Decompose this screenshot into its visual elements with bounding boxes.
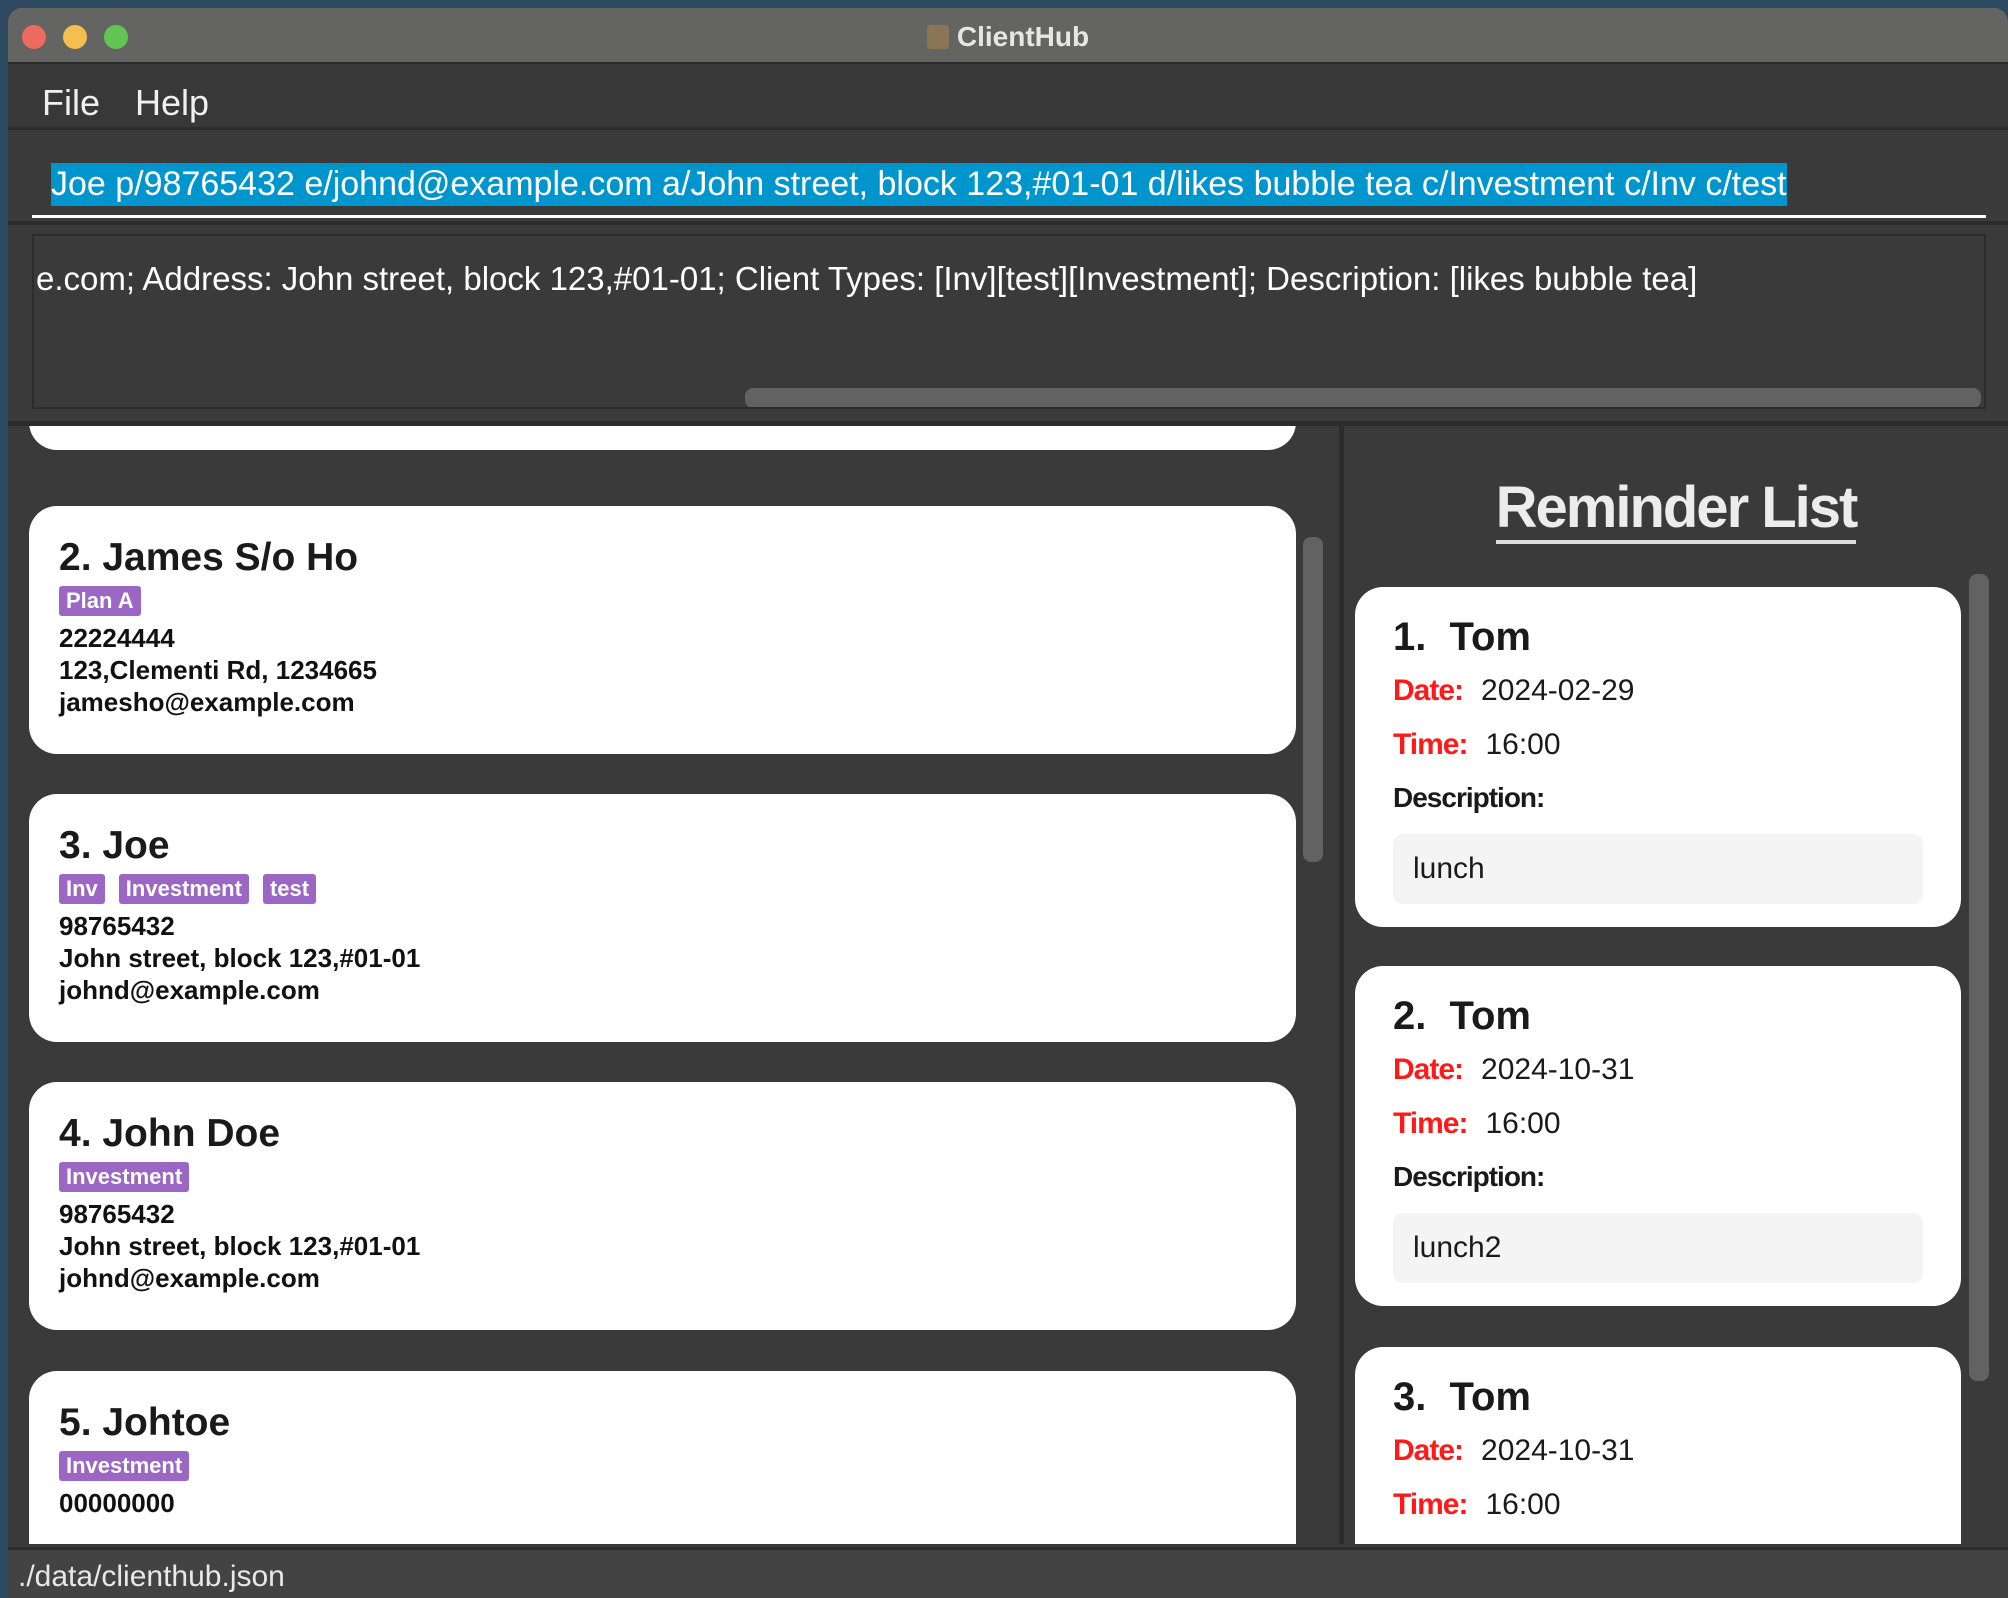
reminder-description: lunch2 [1393,1213,1923,1283]
status-bar: ./data/clienthub.json [8,1547,2008,1598]
reminder-time-row: Time: 16:00 [1393,1107,1923,1141]
reminder-time: 16:00 [1485,1107,1561,1140]
time-label: Time: [1393,1488,1468,1521]
reminder-name: 2. Tom [1393,994,1531,1038]
date-label: Date: [1393,674,1464,707]
title-bar: ClientHub [8,8,2008,64]
client-type-tag: Investment [118,874,249,904]
reminder-card[interactable]: 2. Tom Date: 2024-10-31 Time: 16:00 Descripti… [1355,966,1961,1306]
command-underline [32,215,1986,218]
reminder-list-title-text: Reminder List [1495,475,1858,544]
app-window: ClientHub File Help Joe p/98765432 e/joh… [8,8,2008,1598]
client-name: 3. Joe [59,824,170,867]
reminder-card[interactable]: 3. Tom Date: 2024-10-31 Time: 16:00 [1355,1347,1961,1544]
window-title-text: ClientHub [956,21,1090,52]
reminder-list-title: Reminder List [1344,474,2008,544]
client-email: johnd@example.com [59,975,320,1005]
save-location: ./data/clienthub.json [18,1560,285,1593]
client-phone: 98765432 [59,1199,175,1229]
client-address: 123,Clementi Rd, 1234665 [59,655,377,685]
time-label: Time: [1393,1107,1468,1140]
result-text: e.com; Address: John street, block 123,#… [36,260,1698,297]
client-card[interactable]: 5. Johtoe Investment 00000000 [29,1371,1296,1544]
client-phone: 00000000 [59,1488,175,1518]
date-label: Date: [1393,1053,1464,1086]
command-input[interactable]: Joe p/98765432 e/johnd@example.com a/Joh… [51,163,1787,206]
reminder-time: 16:00 [1485,728,1561,761]
client-type-tag: Investment [59,1162,190,1192]
reminder-list-scrollbar[interactable] [1969,574,1989,1381]
client-type-tag: test [262,874,317,904]
client-address: John street, block 123,#01-01 [59,943,421,973]
reminder-date-row: Date: 2024-10-31 [1393,1434,1923,1468]
reminder-name: 1. Tom [1393,615,1531,659]
client-tags: Plan A [59,586,1266,616]
client-name: 5. Johtoe [59,1401,231,1444]
client-type-tag: Plan A [59,586,141,616]
reminder-description: lunch [1393,834,1923,904]
reminder-time-row: Time: 16:00 [1393,1488,1923,1522]
client-list-scrollbar[interactable] [1303,537,1323,862]
client-phone: 98765432 [59,911,175,941]
menu-help[interactable]: Help [135,82,209,124]
client-list-panel: 2. James S/o Ho Plan A 22224444 123,Clement… [8,426,1338,1544]
reminder-name: 3. Tom [1393,1375,1531,1419]
reminder-date-row: Date: 2024-10-31 [1393,1053,1923,1087]
client-tags: Inv Investment test [59,874,1266,904]
client-type-tag: Inv [59,874,105,904]
client-email: jamesho@example.com [59,687,355,717]
description-label: Description: [1393,1161,1545,1192]
reminder-date: 2024-10-31 [1481,1053,1635,1086]
reminder-date: 2024-10-31 [1481,1434,1635,1467]
client-type-tag: Investment [59,1451,190,1481]
client-name: 2. James S/o Ho [59,536,359,579]
client-name: 4. John Doe [59,1112,281,1155]
window-title: ClientHub [8,21,2008,53]
date-label: Date: [1393,1434,1464,1467]
reminder-card[interactable]: 1. Tom Date: 2024-02-29 Time: 16:00 Descripti… [1355,587,1961,927]
menu-bar: File Help [8,66,2008,130]
reminder-time: 16:00 [1485,1488,1561,1521]
client-card[interactable]: 3. Joe Inv Investment test 98765432 John stre… [29,794,1296,1042]
client-card-partial[interactable] [29,426,1296,450]
reminder-date-row: Date: 2024-02-29 [1393,674,1923,708]
time-label: Time: [1393,728,1468,761]
client-tags: Investment [59,1451,1266,1481]
client-card[interactable]: 4. John Doe Investment 98765432 John street… [29,1082,1296,1330]
reminder-time-row: Time: 16:00 [1393,728,1923,762]
client-tags: Investment [59,1162,1266,1192]
menu-file[interactable]: File [42,82,100,124]
client-card[interactable]: 2. James S/o Ho Plan A 22224444 123,Clement… [29,506,1296,754]
app-icon [926,25,949,49]
client-address: John street, block 123,#01-01 [59,1231,421,1261]
client-phone: 22224444 [59,623,175,653]
reminder-date: 2024-02-29 [1481,674,1635,707]
client-email: johnd@example.com [59,1263,320,1293]
result-horizontal-scrollbar[interactable] [745,388,1981,407]
result-display: e.com; Address: John street, block 123,#… [32,234,1986,409]
command-box[interactable]: Joe p/98765432 e/johnd@example.com a/Joh… [8,133,2008,225]
description-label: Description: [1393,782,1545,813]
reminder-panel: Reminder List 1. Tom Date: 2024-02-29 Time:… [1339,426,2008,1544]
